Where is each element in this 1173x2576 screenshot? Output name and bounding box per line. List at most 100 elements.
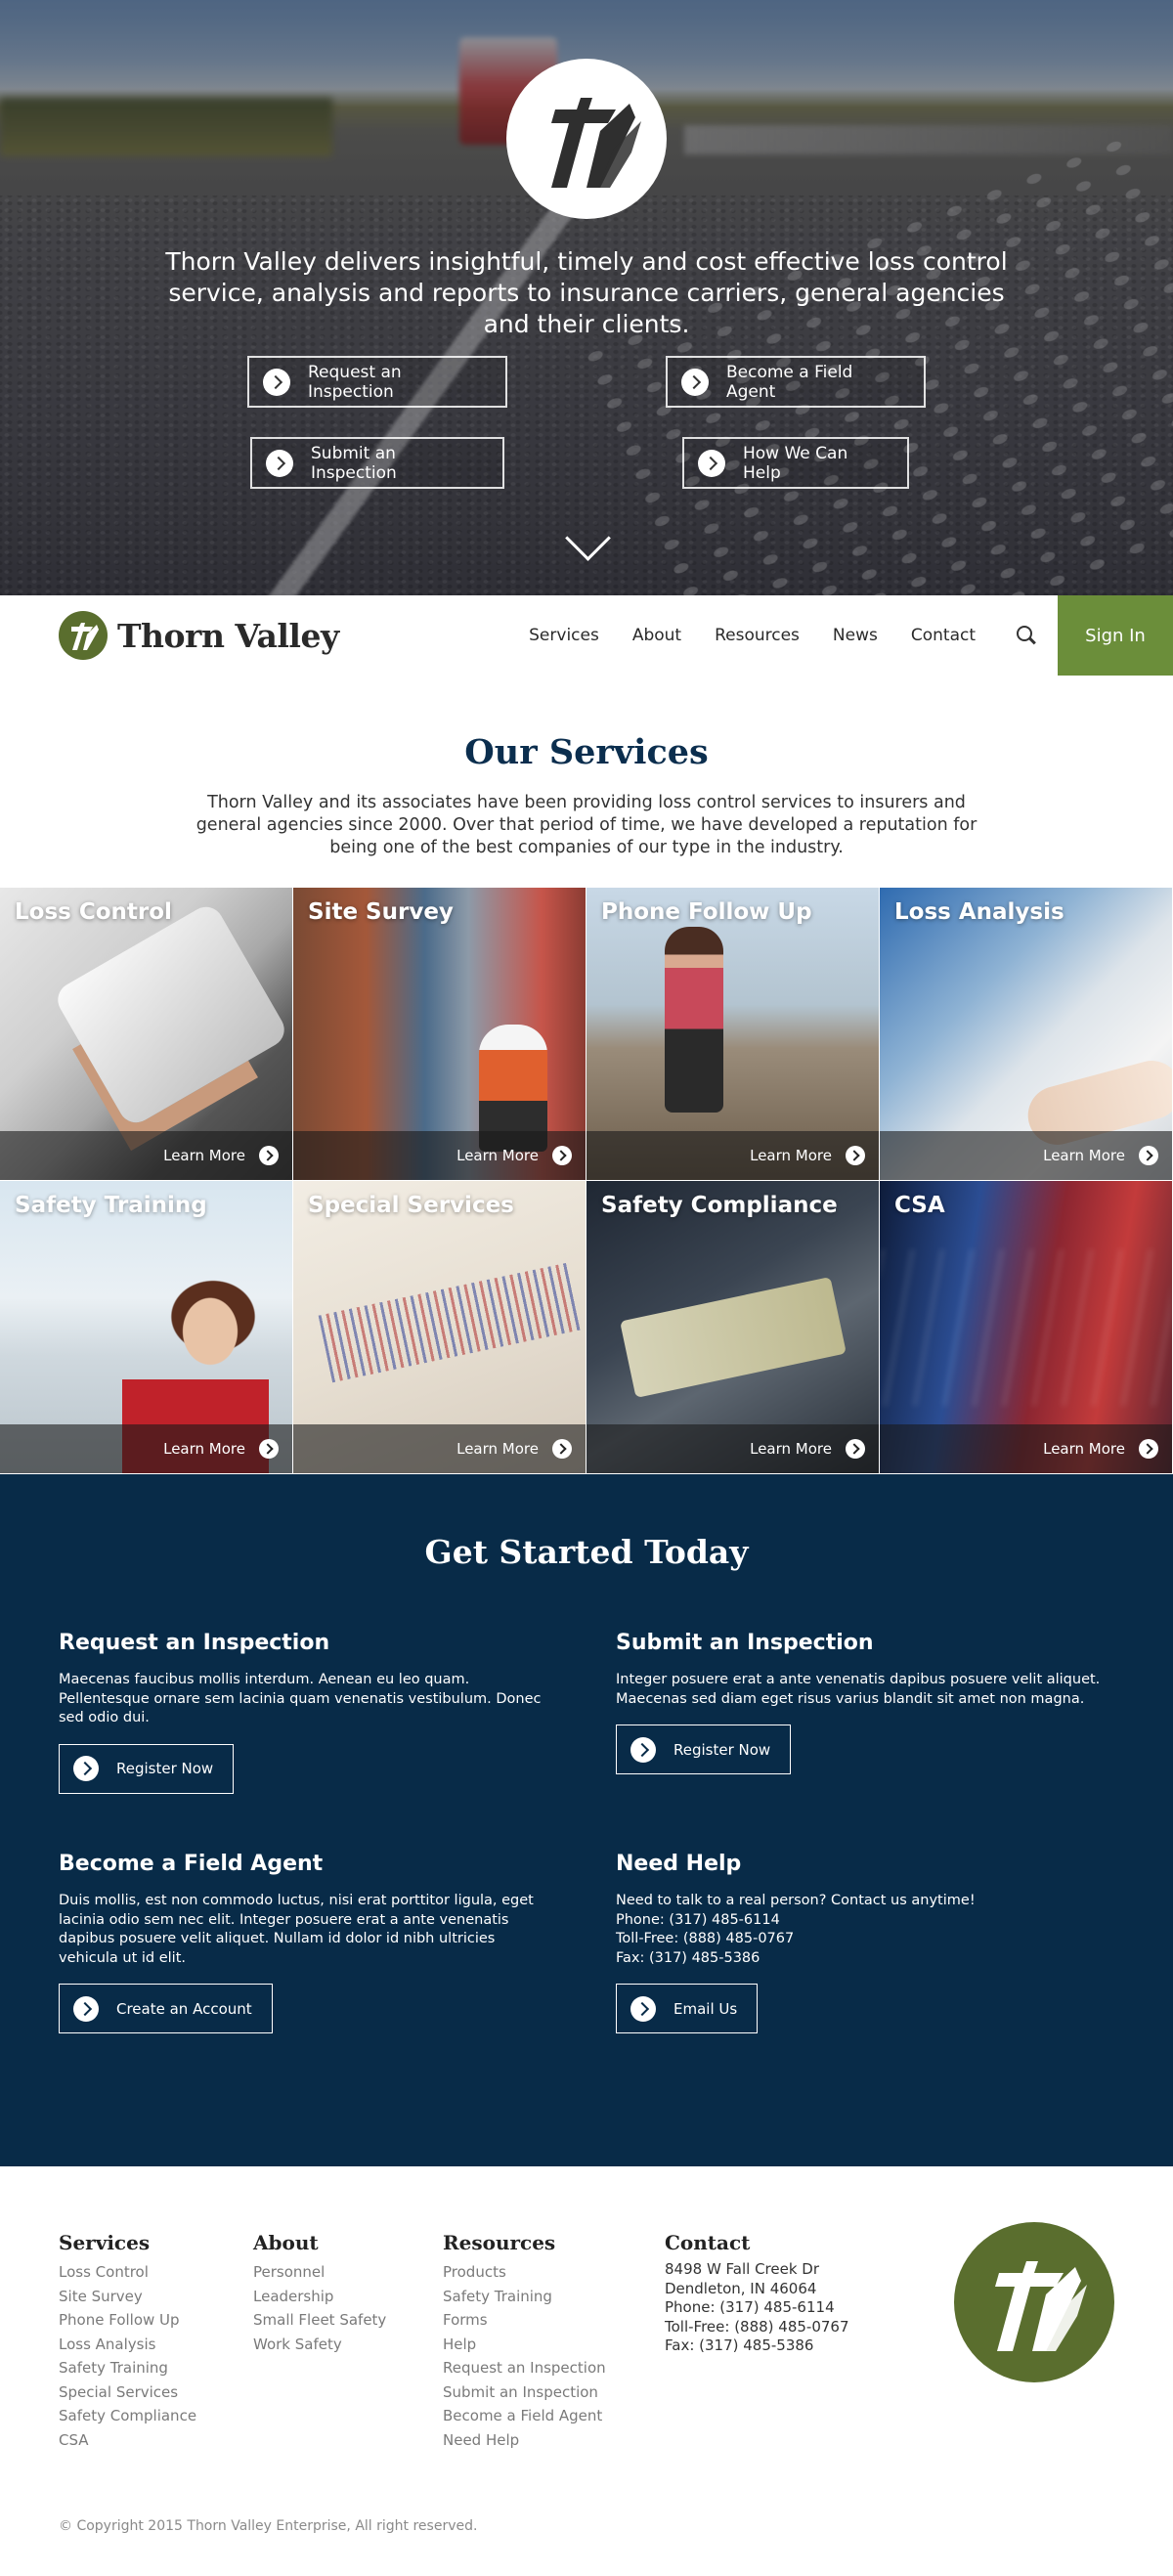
search-icon[interactable] [1017, 626, 1036, 645]
service-tile-special-services[interactable]: Special Services Learn More [293, 1181, 586, 1474]
service-tile-csa[interactable]: CSA Learn More [880, 1181, 1173, 1474]
footer-link[interactable]: Need Help [443, 2428, 606, 2453]
footer-column-about: About Personnel Leadership Small Fleet S… [253, 2231, 386, 2356]
footer-link[interactable]: CSA [59, 2428, 196, 2453]
chevron-right-icon [630, 1736, 656, 1763]
footer-link[interactable]: Request an Inspection [443, 2356, 606, 2380]
chevron-right-icon [73, 1995, 99, 2022]
register-now-button[interactable]: Register Now [59, 1743, 235, 1794]
footer-link[interactable]: Work Safety [253, 2333, 386, 2357]
footer-link[interactable]: Safety Training [443, 2285, 606, 2309]
footer-link[interactable]: Loss Control [59, 2260, 196, 2285]
how-we-can-help-button[interactable]: How We Can Help [682, 437, 909, 489]
learn-more-link[interactable]: Learn More [880, 1131, 1172, 1180]
button-label: Register Now [673, 1740, 771, 1759]
request-inspection-button[interactable]: Request an Inspection [247, 356, 507, 408]
learn-more-link[interactable]: Learn More [0, 1424, 292, 1473]
chevron-right-icon [266, 449, 293, 477]
footer-link[interactable]: Leadership [253, 2285, 386, 2309]
chevron-down-icon[interactable] [565, 528, 608, 571]
learn-more-link[interactable]: Learn More [0, 1131, 292, 1180]
footer-link[interactable]: Small Fleet Safety [253, 2308, 386, 2333]
chevron-right-icon [1139, 1439, 1158, 1459]
footer-link[interactable]: Safety Compliance [59, 2404, 196, 2428]
submit-inspection-label: Submit an Inspection [311, 443, 397, 483]
footer-link[interactable]: Safety Training [59, 2356, 196, 2380]
tile-title: Safety Compliance [601, 1193, 838, 1218]
tile-title: Safety Training [15, 1193, 207, 1218]
learn-more-label: Learn More [1043, 1147, 1125, 1164]
service-tile-safety-training[interactable]: Safety Training Learn More [0, 1181, 293, 1474]
register-now-button[interactable]: Register Now [616, 1725, 792, 1774]
learn-more-label: Learn More [750, 1440, 832, 1458]
get-started-section: Get Started Today Request an Inspection … [0, 1474, 1173, 2166]
services-intro: Thorn Valley and its associates have bee… [196, 793, 978, 857]
chevron-right-icon [698, 449, 725, 477]
footer-link[interactable]: Products [443, 2260, 606, 2285]
service-tile-site-survey[interactable]: Site Survey Learn More [293, 888, 586, 1181]
chevron-right-icon [1139, 1146, 1158, 1165]
service-tile-loss-control[interactable]: Loss Control Learn More [0, 888, 293, 1181]
tile-title: Loss Analysis [894, 899, 1064, 925]
services-grid: Loss Control Learn More Site Survey Lear… [0, 888, 1173, 1474]
brand-logo[interactable]: Thorn Valley [59, 611, 339, 660]
footer-column-services: Services Loss Control Site Survey Phone … [59, 2231, 196, 2452]
service-tile-safety-compliance[interactable]: Safety Compliance Learn More [586, 1181, 880, 1474]
learn-more-link[interactable]: Learn More [880, 1424, 1172, 1473]
become-field-agent-button[interactable]: Become a Field Agent [666, 356, 926, 408]
footer-column-contact: Contact 8498 W Fall Creek Dr Dendleton, … [665, 2231, 849, 2356]
block-body: Duis mollis, est non commodo luctus, nis… [59, 1893, 534, 1966]
service-tile-loss-analysis[interactable]: Loss Analysis Learn More [880, 888, 1173, 1181]
nav-menu: Services About Resources News Contact [496, 595, 976, 676]
chevron-right-icon [630, 1995, 656, 2022]
footer-link[interactable]: Loss Analysis [59, 2333, 196, 2357]
learn-more-label: Learn More [163, 1440, 245, 1458]
chevron-right-icon [552, 1146, 572, 1165]
contact-toll-free: Toll-Free: (888) 485-0767 [665, 2317, 849, 2336]
footer-link[interactable]: Personnel [253, 2260, 386, 2285]
button-label: Register Now [116, 1760, 214, 1777]
footer-heading: Contact [665, 2231, 751, 2254]
footer-column-resources: Resources Products Safety Training Forms… [443, 2231, 606, 2452]
learn-more-link[interactable]: Learn More [293, 1424, 586, 1473]
footer-link[interactable]: Help [443, 2333, 606, 2357]
block-heading: Request an Inspection [59, 1631, 330, 1655]
email-us-button[interactable]: Email Us [616, 1984, 759, 2033]
learn-more-link[interactable]: Learn More [586, 1424, 879, 1473]
get-started-title: Get Started Today [424, 1533, 749, 1571]
block-body: Integer posuere erat a ante venenatis da… [616, 1672, 1101, 1707]
thorn-valley-logo-icon [59, 611, 108, 660]
footer-link[interactable]: Special Services [59, 2380, 196, 2405]
hero-logo-icon [506, 59, 667, 219]
block-heading: Submit an Inspection [616, 1631, 874, 1655]
hero-banner: Thorn Valley delivers insightful, timely… [0, 0, 1173, 595]
service-tile-phone-follow-up[interactable]: Phone Follow Up Learn More [586, 888, 880, 1181]
services-title: Our Services [464, 732, 709, 772]
learn-more-link[interactable]: Learn More [293, 1131, 586, 1180]
main-navigation: Thorn Valley Services About Resources Ne… [0, 595, 1173, 676]
sign-in-button[interactable]: Sign In [1058, 595, 1173, 676]
footer-link[interactable]: Forms [443, 2308, 606, 2333]
tile-title: Site Survey [308, 899, 454, 925]
block-body: Need to talk to a real person? Contact u… [616, 1893, 976, 1966]
block-body: Maecenas faucibus mollis interdum. Aenea… [59, 1672, 542, 1725]
nav-item-about[interactable]: About [632, 626, 681, 645]
footer-link[interactable]: Site Survey [59, 2285, 196, 2309]
footer-link[interactable]: Submit an Inspection [443, 2380, 606, 2405]
submit-inspection-button[interactable]: Submit an Inspection [250, 437, 504, 489]
create-account-button[interactable]: Create an Account [59, 1984, 273, 2033]
nav-item-contact[interactable]: Contact [911, 626, 976, 645]
nav-item-resources[interactable]: Resources [715, 626, 800, 645]
chevron-right-icon [259, 1146, 279, 1165]
nav-item-news[interactable]: News [833, 626, 878, 645]
footer-link[interactable]: Become a Field Agent [443, 2404, 606, 2428]
learn-more-link[interactable]: Learn More [586, 1131, 879, 1180]
request-inspection-label: Request an Inspection [308, 362, 402, 402]
footer-heading: Services [59, 2231, 151, 2254]
footer-link[interactable]: Phone Follow Up [59, 2308, 196, 2333]
tile-title: Phone Follow Up [601, 899, 812, 925]
footer-logo-icon [954, 2222, 1114, 2382]
field-agent-block: Become a Field Agent Duis mollis, est no… [59, 1852, 567, 2033]
nav-item-services[interactable]: Services [529, 626, 599, 645]
need-help-block: Need Help Need to talk to a real person?… [616, 1852, 1124, 2033]
